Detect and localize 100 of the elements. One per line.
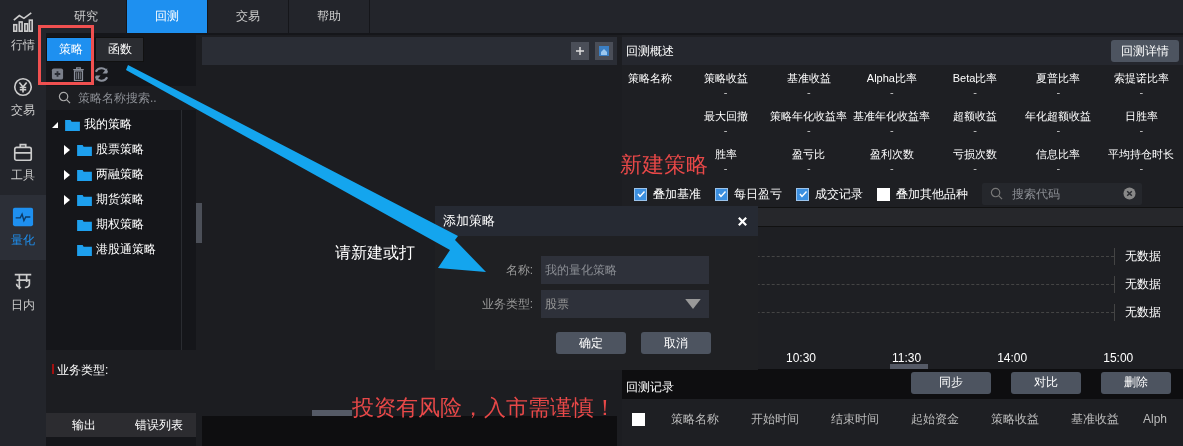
metric-label: 策略年化收益率 (770, 109, 848, 123)
time-label: 11:30 (892, 351, 922, 365)
confirm-button[interactable]: 确定 (556, 332, 626, 354)
metric-label: 盈利次数 (869, 147, 914, 161)
expand-icon[interactable] (64, 194, 70, 205)
metric-label: 盈亏比 (792, 147, 826, 161)
column-header[interactable]: 策略名称 (655, 410, 735, 428)
expand-icon[interactable] (52, 121, 58, 128)
metric-value: - (890, 85, 894, 99)
collapse-handle[interactable] (196, 203, 202, 243)
checkbox[interactable] (715, 187, 728, 201)
add-icon[interactable] (51, 67, 64, 81)
metric-label: 夏普比率 (1036, 71, 1081, 85)
metric-value: - (806, 85, 811, 99)
add-button[interactable] (571, 42, 589, 60)
close-icon[interactable] (737, 215, 748, 227)
detail-button[interactable]: 回测详情 (1111, 40, 1179, 62)
checkbox[interactable] (632, 412, 645, 426)
nav-item[interactable]: 量化 (0, 195, 46, 260)
metric-label: 策略名称 (628, 71, 672, 85)
checkbox[interactable] (877, 187, 890, 201)
home-icon[interactable] (595, 42, 613, 60)
tree-item[interactable]: 港股通策略 (46, 237, 181, 262)
toolbar-button[interactable]: 对比 (1011, 371, 1081, 394)
folder-icon (77, 193, 92, 206)
metric-value: - (890, 123, 894, 137)
axis-label: 无数据 (1114, 275, 1183, 293)
tree-item[interactable]: 股票策略 (46, 137, 181, 162)
metric-value: - (1139, 123, 1144, 137)
column-header[interactable]: 起始资金 (895, 410, 975, 428)
metric-label: 基准收益 (786, 71, 831, 85)
metric-label: 索提诺比率 (1113, 71, 1169, 85)
clear-icon[interactable] (1123, 187, 1136, 200)
expand-icon[interactable] (64, 169, 70, 180)
field-label: 名称: (504, 261, 533, 279)
tree-item[interactable]: 两融策略 (46, 162, 181, 187)
tree-item[interactable]: 期权策略 (46, 212, 181, 237)
top-tab[interactable]: 交易 (208, 0, 289, 33)
metric-label: 最大回撤 (703, 109, 748, 123)
column-header[interactable]: 开始时间 (735, 410, 815, 428)
tree-item[interactable]: 期货策略 (46, 187, 181, 212)
output-tab[interactable]: 错误列表 (121, 413, 196, 437)
column-header[interactable]: 基准收益 (1055, 410, 1135, 428)
metric-label: 胜率 (714, 147, 737, 161)
nav-item[interactable]: 交易 (0, 65, 46, 130)
metric-value: - (723, 123, 728, 137)
annotation-text: 新建策略 (620, 152, 708, 178)
output-tab[interactable]: 输出 (46, 413, 121, 437)
checkbox[interactable] (796, 187, 809, 201)
metric-value: - (723, 85, 728, 99)
metric-label: 基准年化收益率 (853, 109, 931, 123)
metric-label: 信息比率 (1036, 147, 1081, 161)
toolbar-button[interactable]: 删除 (1101, 371, 1171, 394)
tree-item[interactable]: 我的策略 (46, 112, 181, 137)
nav-item[interactable]: 行情 (0, 0, 46, 65)
trash-icon[interactable] (72, 67, 85, 81)
search-icon (58, 91, 71, 104)
axis-label: 无数据 (1114, 247, 1183, 265)
expand-icon[interactable] (64, 144, 70, 155)
type-dropdown[interactable]: 股票 (541, 290, 709, 318)
checkbox[interactable] (634, 187, 647, 201)
time-label: 14:00 (997, 351, 1028, 365)
metric-value: - (973, 85, 977, 99)
metric-value: - (806, 161, 811, 175)
briefcase-icon (12, 141, 34, 163)
cancel-button[interactable]: 取消 (641, 332, 711, 354)
caret-icon (685, 299, 701, 309)
field-label: 业务类型: (480, 295, 533, 313)
nav-item[interactable]: 日内 (0, 260, 46, 325)
metric-value: - (890, 161, 894, 175)
top-tab[interactable]: 帮助 (289, 0, 370, 33)
resize-handle[interactable] (890, 364, 928, 369)
metric-value: - (1056, 161, 1061, 175)
search-field[interactable]: 策略名称搜索.. (46, 86, 196, 110)
time-label: 15:00 (1103, 351, 1134, 365)
highlight-frame (38, 25, 94, 85)
metric-value: - (806, 123, 811, 137)
nav-item[interactable]: 工具 (0, 130, 46, 195)
metric-label: 日胜率 (1124, 109, 1158, 123)
metric-label: 亏损次数 (953, 147, 998, 161)
dialog-title: 添加策略 (443, 212, 495, 230)
folder-icon (77, 143, 92, 156)
search-field[interactable]: 搜索代码 (982, 183, 1142, 205)
column-header[interactable]: Alph (1135, 412, 1175, 426)
resize-handle[interactable] (312, 410, 352, 416)
refresh-icon[interactable] (93, 65, 110, 83)
metric-label: 平均持仓时长 (1108, 147, 1175, 161)
axis-label: 无数据 (1114, 303, 1183, 321)
folder-icon (65, 118, 80, 131)
checkbox-label: 叠加其他品种 (896, 185, 968, 203)
column-header[interactable]: 策略收益 (975, 410, 1055, 428)
checkbox-label: 每日盈亏 (734, 185, 782, 203)
metric-label: 策略收益 (703, 71, 748, 85)
panel-tab[interactable]: 函数 (95, 37, 144, 62)
empty-message: 请新建或打 (335, 243, 416, 263)
name-field[interactable]: 我的量化策略 (541, 256, 709, 284)
column-header[interactable]: 结束时间 (815, 410, 895, 428)
toolbar-button[interactable]: 同步 (911, 371, 991, 394)
folder-icon (77, 218, 92, 231)
metric-value: - (1139, 85, 1144, 99)
